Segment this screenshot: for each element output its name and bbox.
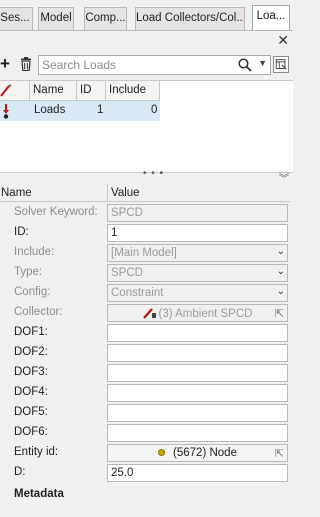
property-label: Solver Keyword: bbox=[14, 206, 98, 218]
collector-selector[interactable]: (3) Ambient SPCD ⇱ bbox=[107, 304, 288, 322]
property-row-dof1: DOF1: bbox=[0, 323, 293, 343]
entity-id-selector[interactable]: (5672) Node ⇱ bbox=[107, 444, 288, 462]
id-field[interactable]: 1 bbox=[107, 224, 288, 242]
property-grid-header: Name Value bbox=[0, 184, 293, 202]
header-value: Value bbox=[107, 184, 140, 202]
property-row-type: Type: SPCD ⌄ bbox=[0, 263, 293, 283]
collapse-chevron-icon[interactable]: ︾ bbox=[279, 170, 289, 185]
property-row-solver-keyword: Solver Keyword: SPCD bbox=[0, 203, 293, 223]
property-row-d: D: 25.0 bbox=[0, 463, 293, 483]
property-label: DOF6: bbox=[14, 426, 48, 438]
load-name: Loads bbox=[34, 104, 66, 116]
tab-loads[interactable]: Loa... bbox=[252, 5, 290, 31]
splitter-grip: • • • bbox=[143, 168, 165, 179]
tab-bar: Ses... Model Comp... Load Collectors/Col… bbox=[0, 0, 293, 31]
include-select[interactable]: [Main Model] ⌄ bbox=[107, 244, 288, 262]
chevron-down-icon[interactable]: ▼ bbox=[258, 58, 267, 68]
property-label: Config: bbox=[14, 286, 51, 298]
property-label: DOF2: bbox=[14, 346, 48, 358]
property-label: Entity id: bbox=[14, 446, 59, 458]
tab-session[interactable]: Ses... bbox=[0, 7, 33, 30]
property-label: Collector: bbox=[14, 306, 63, 318]
property-row-dof5: DOF5: bbox=[0, 403, 293, 423]
property-label: Include: bbox=[14, 246, 55, 258]
column-settings-icon[interactable] bbox=[273, 56, 289, 73]
panel-splitter[interactable]: • • • ︾ bbox=[0, 168, 293, 185]
header-divider bbox=[0, 201, 290, 202]
dof4-field[interactable] bbox=[107, 384, 288, 402]
property-row-dof4: DOF4: bbox=[0, 383, 293, 403]
chevron-down-icon: ⌄ bbox=[276, 286, 285, 297]
metadata-section-title[interactable]: Metadata bbox=[14, 488, 64, 500]
chevron-down-icon: ⌄ bbox=[276, 266, 285, 277]
loads-table: Name ID Include Loads 1 0 bbox=[0, 80, 293, 172]
column-header-id[interactable]: ID bbox=[76, 81, 105, 101]
d-field[interactable]: 25.0 bbox=[107, 464, 288, 482]
close-icon[interactable]: ✕ bbox=[277, 32, 289, 49]
property-label: ID: bbox=[14, 226, 29, 238]
solver-keyword-field: SPCD bbox=[107, 204, 288, 222]
dof5-field[interactable] bbox=[107, 404, 288, 422]
chevron-down-icon: ⌄ bbox=[276, 246, 285, 257]
type-select[interactable]: SPCD ⌄ bbox=[107, 264, 288, 282]
dof6-field[interactable] bbox=[107, 424, 288, 442]
column-header-include[interactable]: Include bbox=[105, 81, 160, 101]
table-row[interactable]: Loads 1 0 bbox=[0, 101, 160, 121]
dof1-field[interactable] bbox=[107, 324, 288, 342]
dof2-field[interactable] bbox=[107, 344, 288, 362]
property-label: D: bbox=[14, 466, 26, 478]
property-row-entity-id: Entity id: (5672) Node ⇱ bbox=[0, 443, 293, 463]
search-input[interactable] bbox=[39, 56, 234, 74]
property-label: DOF4: bbox=[14, 386, 48, 398]
property-label: DOF5: bbox=[14, 406, 48, 418]
property-row-include: Include: [Main Model] ⌄ bbox=[0, 243, 293, 263]
property-row-dof3: DOF3: bbox=[0, 363, 293, 383]
property-row-dof6: DOF6: bbox=[0, 423, 293, 443]
table-header: Name ID Include bbox=[0, 81, 160, 101]
column-header-name[interactable]: Name bbox=[29, 81, 77, 101]
dof3-field[interactable] bbox=[107, 364, 288, 382]
header-name: Name bbox=[1, 187, 32, 199]
property-row-collector: Collector: (3) Ambient SPCD ⇱ bbox=[0, 303, 293, 323]
tab-load-collectors[interactable]: Load Collectors/Col... bbox=[135, 7, 245, 30]
add-icon[interactable]: + bbox=[0, 55, 10, 72]
load-include: 0 bbox=[151, 104, 158, 116]
property-label: DOF1: bbox=[14, 326, 48, 338]
property-row-dof2: DOF2: bbox=[0, 343, 293, 363]
config-select[interactable]: Constraint ⌄ bbox=[107, 284, 288, 302]
search-box: ▼ bbox=[38, 55, 271, 75]
property-label: DOF3: bbox=[14, 366, 48, 378]
load-type-icon bbox=[0, 84, 12, 97]
property-row-id: ID: 1 bbox=[0, 223, 293, 243]
tab-components[interactable]: Comp... bbox=[84, 7, 127, 30]
load-icon bbox=[3, 104, 9, 119]
node-icon bbox=[158, 449, 166, 456]
cursor-picker-icon[interactable]: ⇱ bbox=[275, 307, 284, 320]
property-label: Type: bbox=[14, 266, 43, 278]
search-icon[interactable] bbox=[238, 58, 252, 72]
property-row-config: Config: Constraint ⌄ bbox=[0, 283, 293, 303]
load-id: 1 bbox=[97, 104, 104, 116]
tab-bar-divider bbox=[0, 30, 293, 31]
trash-icon[interactable] bbox=[20, 57, 32, 71]
cursor-picker-icon[interactable]: ⇱ bbox=[275, 447, 284, 460]
load-collector-icon bbox=[142, 308, 156, 319]
tab-model[interactable]: Model bbox=[38, 7, 74, 30]
